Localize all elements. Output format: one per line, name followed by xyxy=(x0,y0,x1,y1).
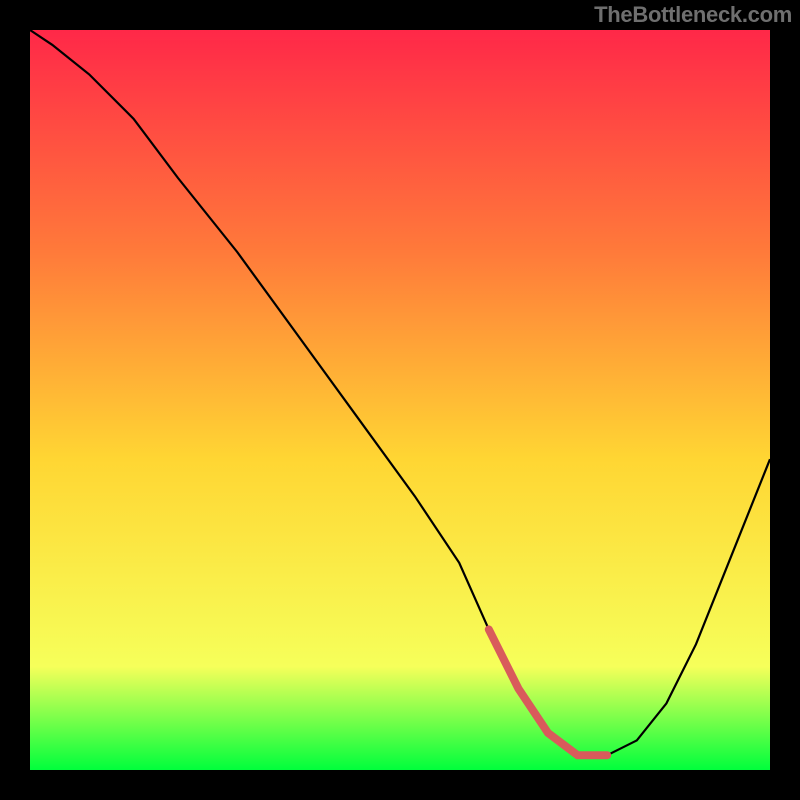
chart-container: TheBottleneck.com xyxy=(0,0,800,800)
gradient-background xyxy=(30,30,770,770)
watermark-text: TheBottleneck.com xyxy=(594,2,792,28)
bottleneck-chart xyxy=(0,0,800,800)
